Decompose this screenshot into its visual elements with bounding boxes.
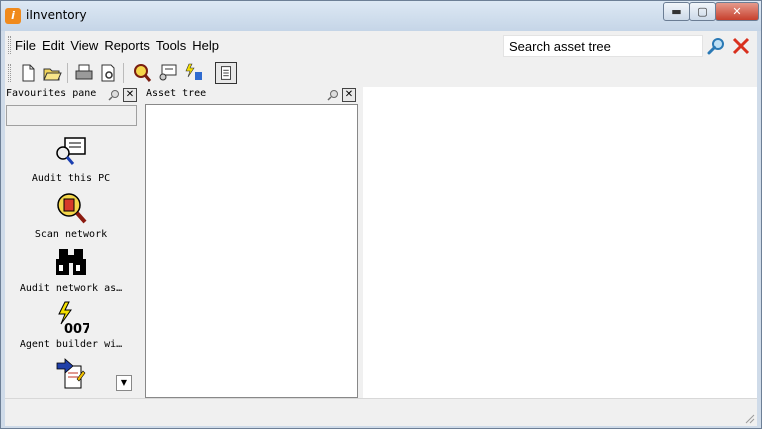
asset-tree-view[interactable] — [145, 104, 358, 398]
pin-icon[interactable] — [326, 88, 340, 102]
new-document-icon[interactable] — [17, 62, 39, 84]
menu-view[interactable]: View — [70, 38, 98, 53]
toolbar — [5, 59, 757, 87]
asset-tree-pane: Asset tree ✕ — [145, 87, 358, 398]
toolbar-grip[interactable] — [8, 64, 11, 82]
client-area: File Edit View Reports Tools Help Search… — [5, 31, 757, 426]
main-content-area[interactable] — [363, 87, 757, 398]
menu-items: File Edit View Reports Tools Help — [15, 38, 225, 53]
close-window-button[interactable]: ✕ — [715, 2, 759, 21]
favourites-close-button[interactable]: ✕ — [123, 88, 137, 102]
favourite-agent-builder-wizard[interactable]: 007 Agent builder wi… — [5, 301, 137, 350]
print-icon[interactable] — [73, 62, 95, 84]
favourite-audit-network-assets[interactable]: Audit network as… — [5, 245, 137, 294]
print-preview-icon[interactable] — [97, 62, 119, 84]
favourites-pane-title: Favourites pane — [6, 88, 97, 99]
favourites-pane: Favourites pane ✕ Audit this PC Scan net… — [5, 87, 140, 398]
favourite-label: Scan network — [34, 229, 108, 240]
maximize-button[interactable]: ▢ — [689, 2, 716, 21]
notes-icon[interactable] — [215, 62, 237, 84]
favourite-audit-this-pc[interactable]: Audit this PC — [5, 135, 137, 184]
favourite-label: Agent builder wi… — [19, 339, 123, 350]
minimize-button[interactable]: ▬ — [663, 2, 690, 21]
favourite-label: Audit this PC — [31, 173, 111, 184]
window-title: iInventory — [26, 8, 87, 22]
toolbar-separator — [123, 63, 124, 83]
window-controls: ▬ ▢ ✕ — [663, 2, 759, 22]
menu-edit[interactable]: Edit — [42, 38, 64, 53]
menu-help[interactable]: Help — [192, 38, 219, 53]
menu-tools[interactable]: Tools — [156, 38, 186, 53]
asset-tree-close-button[interactable]: ✕ — [342, 88, 356, 102]
title-bar[interactable]: i iInventory ▬ ▢ ✕ — [1, 1, 761, 31]
search-asset-tree-input[interactable]: Search asset tree — [503, 35, 703, 57]
menu-file[interactable]: File — [15, 38, 36, 53]
agent-007-icon: 007 — [58, 301, 89, 335]
favourite-label: Audit network as… — [19, 283, 123, 294]
iinventory-logo-icon: i — [5, 8, 21, 24]
menu-grip[interactable] — [8, 36, 11, 54]
resize-grip-icon[interactable] — [743, 412, 755, 424]
asset-tree-pane-title: Asset tree — [146, 88, 207, 99]
import-document-icon — [56, 358, 86, 389]
magnifier-icon[interactable] — [707, 37, 725, 55]
scan-network-icon — [57, 193, 87, 224]
svg-text:007: 007 — [64, 322, 89, 335]
agent-icon[interactable] — [183, 62, 205, 84]
scan-icon[interactable] — [157, 62, 179, 84]
pin-icon[interactable] — [107, 88, 121, 102]
toolbar-separator — [67, 63, 68, 83]
app-window: i iInventory ▬ ▢ ✕ File Edit View Report… — [0, 0, 762, 429]
open-folder-icon[interactable] — [41, 62, 63, 84]
menu-bar: File Edit View Reports Tools Help Search… — [5, 31, 757, 59]
favourite-scan-network[interactable]: Scan network — [5, 191, 137, 240]
favourites-filter-input[interactable] — [6, 105, 137, 126]
favourites-scroll-down-button[interactable]: ▼ — [116, 375, 132, 391]
menu-reports[interactable]: Reports — [104, 38, 150, 53]
status-bar — [5, 398, 757, 426]
audit-icon[interactable] — [131, 62, 153, 84]
audit-pc-icon — [56, 137, 86, 165]
binoculars-icon — [56, 249, 86, 275]
red-x-icon[interactable] — [732, 37, 750, 55]
